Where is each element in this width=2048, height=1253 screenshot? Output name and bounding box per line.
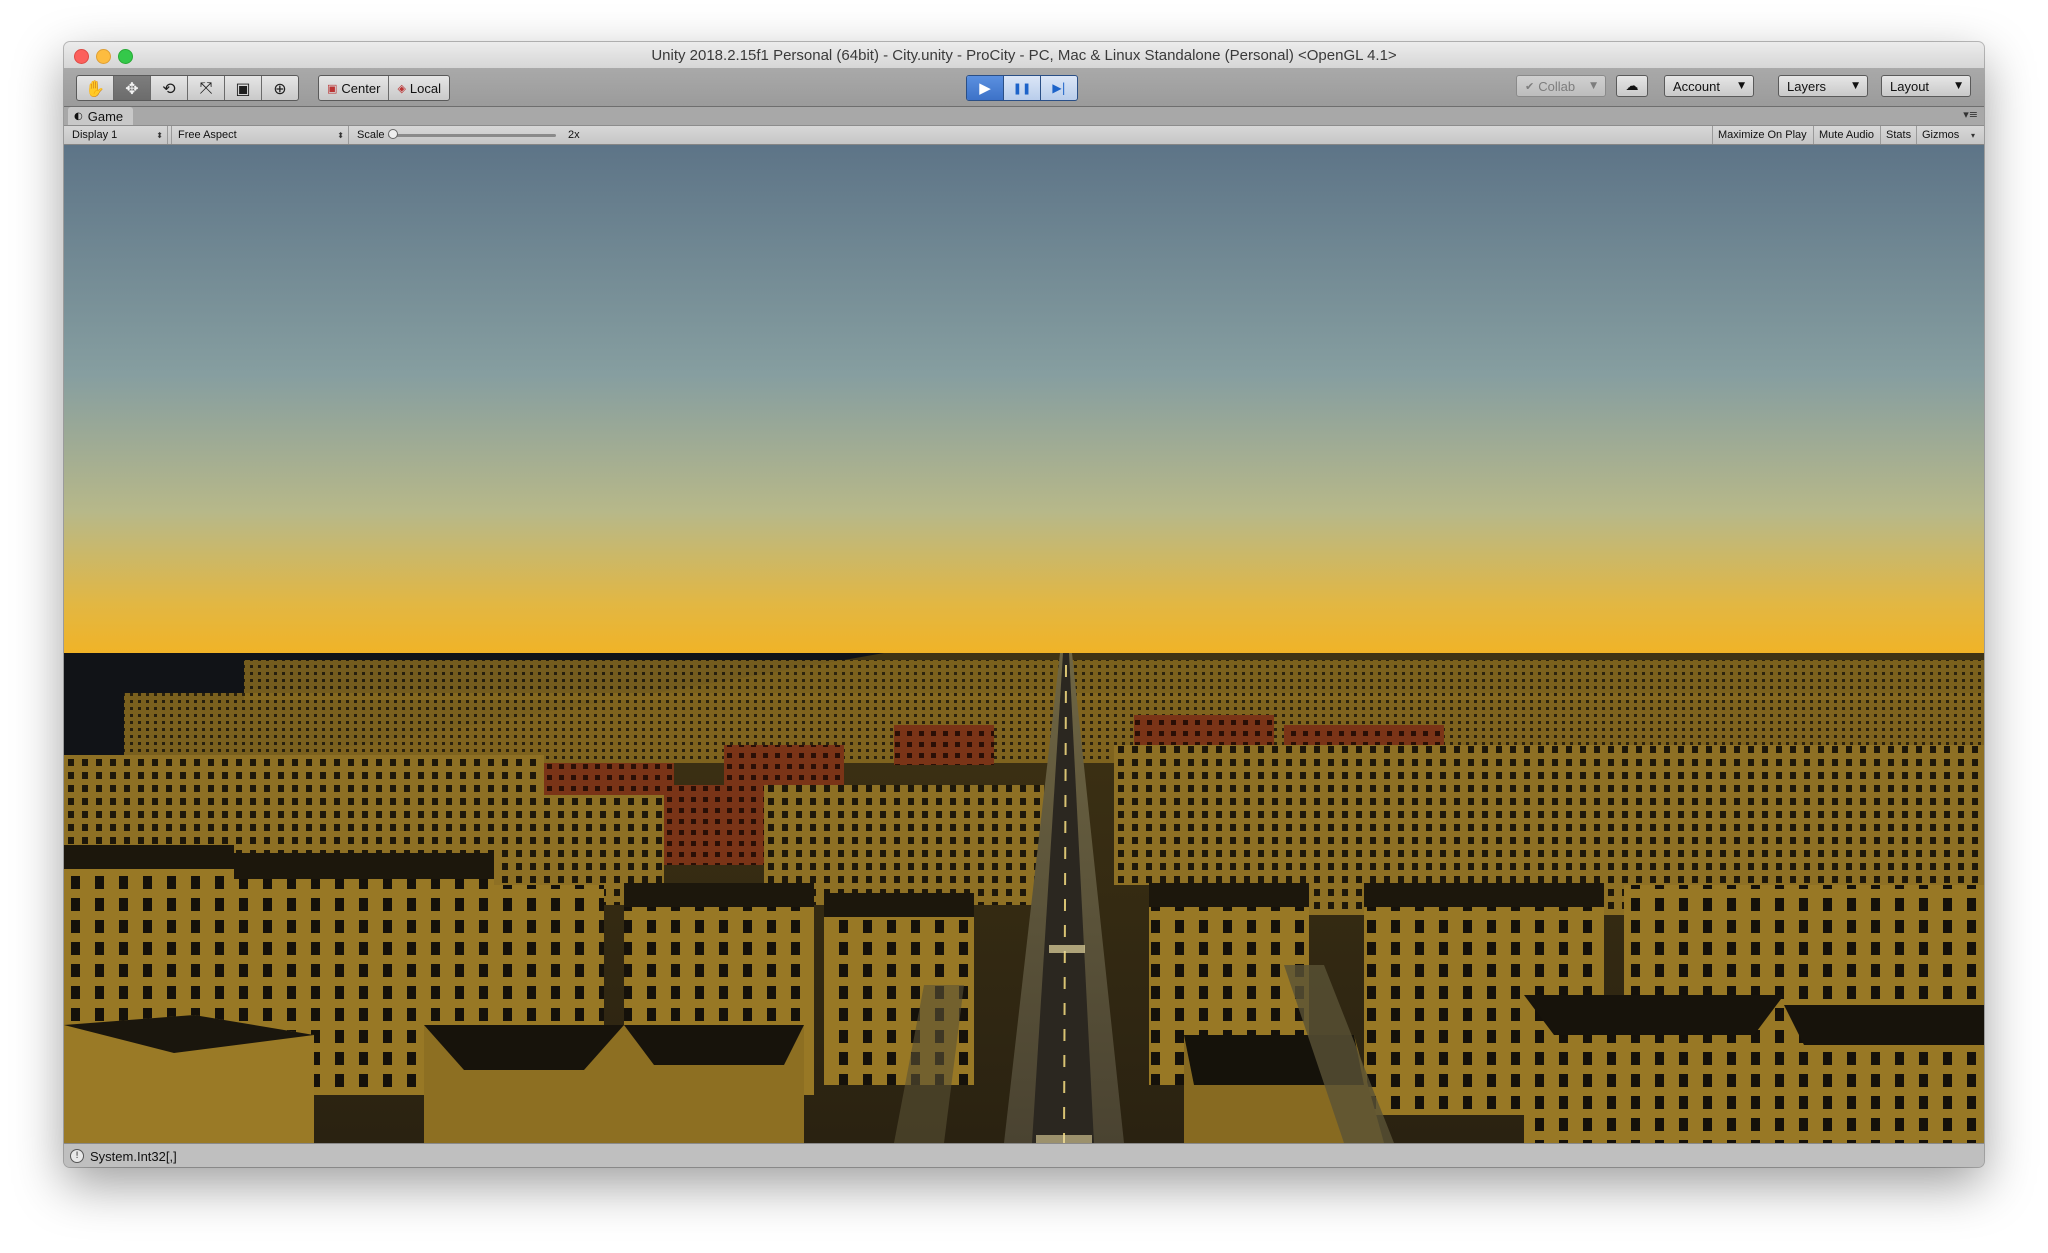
tab-game[interactable]: ◐ Game — [68, 107, 134, 125]
chevron-down-icon: ▾ — [1970, 130, 1975, 140]
play-button[interactable]: ▶ — [967, 76, 1004, 100]
gizmos-dropdown[interactable]: Gizmos ▾ — [1917, 126, 1979, 144]
game-viewport[interactable] — [64, 145, 1984, 1143]
scale-slider-handle[interactable] — [388, 129, 398, 139]
window-title: Unity 2018.2.15f1 Personal (64bit) - Cit… — [651, 47, 1397, 64]
cloud-icon: ☁ — [1625, 78, 1639, 94]
tab-game-label: Game — [87, 108, 124, 124]
layout-label: Layout — [1890, 78, 1930, 94]
panel-tab-strip: ◐ Game ▾≡ — [64, 107, 1984, 126]
layers-label: Layers — [1787, 78, 1827, 94]
chevron-down-icon: ▼ — [1955, 81, 1962, 91]
layers-dropdown[interactable]: Layers ▼ — [1778, 75, 1868, 97]
rotate-tool-icon: ⟲ — [162, 78, 176, 98]
step-button[interactable]: ▶| — [1041, 76, 1077, 100]
pivot-center-button[interactable]: ▣ Center — [319, 76, 390, 100]
account-label: Account — [1673, 78, 1720, 94]
scale-slider-track[interactable] — [388, 134, 556, 137]
transform-tool-button[interactable]: ⊕ — [262, 76, 298, 100]
toolbar-divider — [168, 126, 172, 144]
chevron-down-icon: ▼ — [1852, 81, 1859, 91]
stats-toggle[interactable]: Stats — [1881, 126, 1917, 144]
info-icon: ! — [70, 1149, 84, 1163]
display-select[interactable]: Display 1 ⬍ — [72, 126, 168, 144]
mute-audio-label: Mute Audio — [1819, 129, 1875, 141]
pivot-local-label: Local — [409, 80, 441, 96]
game-view-icon: ◐ — [74, 110, 83, 122]
move-tool-button[interactable]: ✥ — [114, 76, 151, 100]
move-tool-icon: ✥ — [125, 78, 139, 98]
account-dropdown[interactable]: Account ▼ — [1664, 75, 1754, 97]
collab-dropdown[interactable]: ✔ Collab ▼ — [1516, 75, 1606, 97]
pause-button[interactable]: ❚❚ — [1004, 76, 1041, 100]
rotate-tool-button[interactable]: ⟲ — [151, 76, 188, 100]
step-icon: ▶| — [1052, 81, 1066, 95]
pivot-local-button[interactable]: ◈ Local — [389, 76, 449, 100]
maximize-on-play-toggle[interactable]: Maximize On Play — [1713, 126, 1814, 144]
scale-label: Scale — [357, 129, 385, 141]
unity-editor-window: Unity 2018.2.15f1 Personal (64bit) - Cit… — [64, 42, 1984, 1167]
rect-tool-icon: ▣ — [235, 78, 251, 98]
cloud-button[interactable]: ☁ — [1616, 75, 1648, 97]
transform-tool-icon: ⊕ — [273, 78, 287, 98]
aspect-label: Free Aspect — [178, 129, 237, 141]
spinner-icon: ⬍ — [337, 130, 344, 140]
status-bar[interactable]: ! System.Int32[,] — [64, 1143, 1984, 1167]
scale-value: 2x — [568, 129, 580, 141]
maximize-on-play-label: Maximize On Play — [1718, 129, 1807, 141]
display-label: Display 1 — [72, 129, 118, 141]
scale-tool-icon: ⤧ — [199, 78, 213, 97]
pivot-local-icon: ◈ — [397, 81, 406, 95]
pause-icon: ❚❚ — [1012, 81, 1032, 95]
status-message: System.Int32[,] — [90, 1148, 177, 1164]
rect-tool-button[interactable]: ▣ — [225, 76, 262, 100]
panel-menu-icon[interactable]: ▾≡ — [1963, 108, 1978, 121]
hand-tool-icon: ✋ — [85, 78, 105, 98]
collab-label: Collab — [1538, 78, 1576, 94]
main-toolbar: ✋ ✥ ⟲ ⤧ ▣ ⊕ ▣ Center ◈ Local ▶ ❚❚ ▶| ✔ C… — [64, 68, 1984, 107]
mute-audio-toggle[interactable]: Mute Audio — [1814, 126, 1881, 144]
title-bar: Unity 2018.2.15f1 Personal (64bit) - Cit… — [64, 42, 1984, 69]
pivot-toggles: ▣ Center ◈ Local — [318, 75, 450, 101]
hand-tool-button[interactable]: ✋ — [77, 76, 114, 100]
play-icon: ▶ — [979, 79, 991, 97]
layout-dropdown[interactable]: Layout ▼ — [1881, 75, 1971, 97]
chevron-down-icon: ▼ — [1738, 81, 1745, 91]
aspect-select[interactable]: Free Aspect ⬍ — [174, 126, 349, 144]
gizmos-label: Gizmos — [1922, 129, 1960, 141]
spinner-icon: ⬍ — [156, 130, 163, 140]
pivot-center-icon: ▣ — [327, 81, 338, 95]
chevron-down-icon: ▼ — [1590, 81, 1597, 91]
pivot-center-label: Center — [341, 80, 381, 96]
scale-tool-button[interactable]: ⤧ — [188, 76, 225, 100]
game-view-toolbar: Display 1 ⬍ Free Aspect ⬍ Scale 2x Maxim… — [64, 126, 1984, 145]
stats-label: Stats — [1886, 129, 1912, 141]
city-scene-render — [64, 145, 1984, 1143]
play-controls: ▶ ❚❚ ▶| — [966, 75, 1078, 101]
collab-check-icon: ✔ — [1525, 79, 1535, 93]
transform-tools: ✋ ✥ ⟲ ⤧ ▣ ⊕ — [76, 75, 299, 101]
